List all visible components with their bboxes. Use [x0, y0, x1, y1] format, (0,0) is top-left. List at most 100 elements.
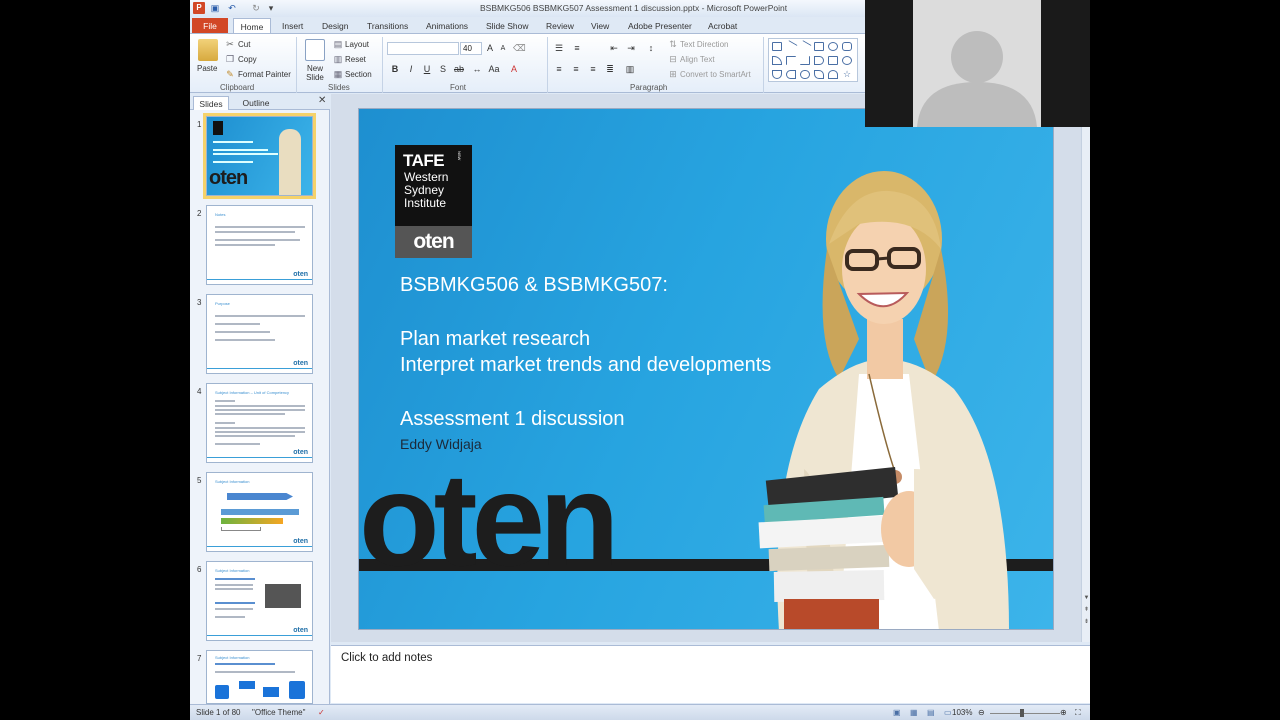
- underline-icon[interactable]: U: [421, 64, 433, 75]
- powerpoint-app-icon[interactable]: P: [193, 2, 205, 14]
- tab-design[interactable]: Design: [322, 18, 348, 34]
- redo-icon[interactable]: ↻: [250, 2, 262, 14]
- undo-icon[interactable]: ↶: [226, 2, 238, 14]
- tab-file[interactable]: File: [192, 18, 228, 34]
- tab-adobe-presenter[interactable]: Adobe Presenter: [628, 18, 692, 34]
- normal-view-icon[interactable]: ▣: [893, 708, 901, 717]
- save-icon[interactable]: ▣: [209, 2, 221, 14]
- slide-thumbnail-1[interactable]: oten: [203, 113, 316, 199]
- slide-thumbnail-7[interactable]: Subject Information: [206, 650, 313, 704]
- theme-name[interactable]: "Office Theme": [252, 708, 305, 717]
- tab-review[interactable]: Review: [546, 18, 574, 34]
- freeform-shape-icon[interactable]: [786, 70, 796, 79]
- zoom-slider[interactable]: [990, 713, 1060, 714]
- oval-shape-icon[interactable]: [828, 42, 838, 51]
- change-case-icon[interactable]: Aa: [488, 64, 500, 75]
- notes-pane[interactable]: Click to add notes: [331, 645, 1090, 703]
- slide-thumbnail-4[interactable]: Subject Information – Unit of Competency…: [206, 383, 313, 463]
- scroll-down-icon[interactable]: ▼: [1082, 594, 1090, 603]
- format-painter-button[interactable]: Format Painter: [238, 70, 291, 79]
- next-slide-icon[interactable]: ⇟: [1082, 618, 1090, 627]
- copy-button[interactable]: Copy: [238, 55, 257, 64]
- convert-smartart-button[interactable]: Convert to SmartArt: [680, 70, 751, 79]
- bold-icon[interactable]: B: [389, 64, 401, 75]
- italic-icon[interactable]: I: [405, 64, 417, 75]
- shrink-font-icon[interactable]: A: [497, 43, 509, 54]
- tab-slides[interactable]: Slides: [193, 96, 229, 110]
- numbering-icon[interactable]: ≡: [571, 43, 583, 54]
- font-family-select[interactable]: [387, 42, 459, 55]
- vertical-scrollbar[interactable]: ▲ ▼ ⇞ ⇟: [1081, 94, 1090, 642]
- text-direction-button[interactable]: Text Direction: [680, 40, 728, 49]
- strikethrough-icon[interactable]: ab: [453, 64, 465, 75]
- customize-toolbar-icon[interactable]: ▾: [265, 2, 277, 14]
- font-color-icon[interactable]: A: [508, 64, 520, 75]
- layout-button[interactable]: Layout: [345, 40, 369, 49]
- cut-button[interactable]: Cut: [238, 40, 250, 49]
- slide-show-icon[interactable]: ▭: [944, 708, 952, 717]
- flowchart-shape-icon[interactable]: [842, 56, 852, 65]
- star-shape-icon[interactable]: ☆: [842, 70, 852, 79]
- brace-shape-icon[interactable]: [800, 70, 810, 79]
- reset-button[interactable]: Reset: [345, 55, 366, 64]
- zoom-in-icon[interactable]: ⊕: [1060, 708, 1067, 717]
- arrow-shape-icon[interactable]: [798, 40, 812, 53]
- elbow-connector-shape-icon[interactable]: [786, 56, 796, 65]
- spellcheck-icon[interactable]: ✓: [318, 708, 325, 717]
- notes-placeholder[interactable]: Click to add notes: [341, 652, 432, 664]
- callout-shape-icon[interactable]: [828, 70, 838, 79]
- tab-outline[interactable]: Outline: [234, 96, 278, 110]
- shadow-icon[interactable]: S: [437, 64, 449, 75]
- increase-indent-icon[interactable]: ⇥: [625, 43, 637, 54]
- triangle-shape-icon[interactable]: [772, 56, 782, 65]
- tab-view[interactable]: View: [591, 18, 609, 34]
- decrease-indent-icon[interactable]: ⇤: [608, 43, 620, 54]
- rounded-rectangle-shape-icon[interactable]: [842, 42, 852, 51]
- clear-formatting-icon[interactable]: ⌫: [513, 43, 526, 54]
- slide-thumbnail-2[interactable]: Notes oten: [206, 205, 313, 285]
- curved-connector-shape-icon[interactable]: [800, 56, 810, 65]
- current-slide[interactable]: oten TAFE NSW Western Sydney Institute o…: [358, 108, 1054, 630]
- paste-button[interactable]: Paste: [197, 64, 217, 73]
- reading-view-icon[interactable]: ▤: [927, 708, 935, 717]
- close-icon[interactable]: ✕: [318, 95, 326, 106]
- down-arrow-shape-icon[interactable]: [828, 56, 838, 65]
- font-size-select[interactable]: 40: [460, 42, 482, 55]
- align-center-icon[interactable]: ≡: [570, 64, 582, 75]
- curve-shape-icon[interactable]: [772, 70, 782, 79]
- grow-font-icon[interactable]: A: [484, 43, 496, 54]
- rectangle-shape-icon[interactable]: [814, 42, 824, 51]
- tab-transitions[interactable]: Transitions: [367, 18, 408, 34]
- fit-to-window-icon[interactable]: ⛶: [1075, 708, 1081, 718]
- align-text-button[interactable]: Align Text: [680, 55, 715, 64]
- previous-slide-icon[interactable]: ⇞: [1082, 606, 1090, 615]
- align-right-icon[interactable]: ≡: [587, 64, 599, 75]
- tab-insert[interactable]: Insert: [282, 18, 303, 34]
- columns-icon[interactable]: ▥: [624, 64, 636, 75]
- bracket-shape-icon[interactable]: [814, 70, 824, 79]
- new-slide-icon[interactable]: [305, 39, 325, 61]
- zoom-out-icon[interactable]: ⊖: [978, 708, 985, 717]
- justify-icon[interactable]: ≣: [604, 64, 616, 75]
- new-slide-button[interactable]: New Slide: [303, 64, 327, 82]
- align-left-icon[interactable]: ≡: [553, 64, 565, 75]
- tab-animations[interactable]: Animations: [426, 18, 468, 34]
- slide-thumbnail-5[interactable]: Subject Information oten: [206, 472, 313, 552]
- slide-thumbnail-3[interactable]: Purpose oten: [206, 294, 313, 374]
- line-spacing-icon[interactable]: ↕: [645, 43, 657, 54]
- character-spacing-icon[interactable]: ↔: [471, 64, 483, 75]
- zoom-slider-thumb[interactable]: [1020, 709, 1024, 717]
- tab-home[interactable]: Home: [233, 18, 271, 34]
- slide-sorter-icon[interactable]: ▦: [910, 708, 918, 717]
- slide-thumbnail-6[interactable]: Subject Information oten: [206, 561, 313, 641]
- section-button[interactable]: Section: [345, 70, 372, 79]
- textbox-shape-icon[interactable]: [772, 42, 782, 51]
- right-arrow-shape-icon[interactable]: [814, 56, 824, 65]
- line-shape-icon[interactable]: [784, 40, 798, 53]
- paste-icon[interactable]: [198, 39, 218, 61]
- bullets-icon[interactable]: ☰: [553, 43, 565, 54]
- tab-acrobat[interactable]: Acrobat: [708, 18, 737, 34]
- tab-slide-show[interactable]: Slide Show: [486, 18, 529, 34]
- shapes-gallery[interactable]: ☆: [768, 38, 858, 82]
- zoom-level[interactable]: 103%: [952, 708, 972, 717]
